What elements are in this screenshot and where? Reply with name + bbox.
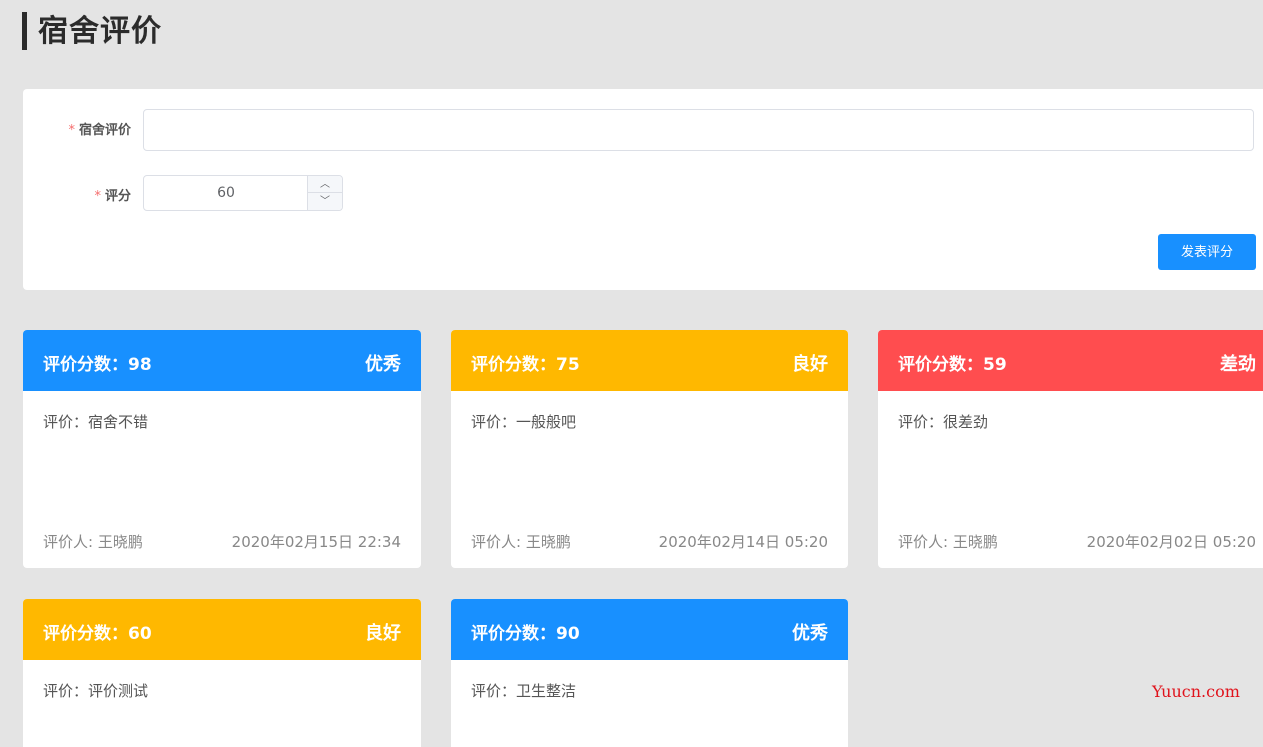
review-card-header: 评价分数：59 差劲 (878, 330, 1263, 391)
review-card-header: 评价分数：75 良好 (451, 330, 848, 391)
review-card: 评价分数：98 优秀 评价：宿舍不错 评价人: 王晓鹏 2020年02月15日 … (23, 330, 421, 568)
review-card-body: 评价：宿舍不错 评价人: 王晓鹏 2020年02月15日 22:34 (23, 391, 421, 568)
review-date: 2020年02月15日 22:34 (231, 533, 401, 551)
review-score: 评价分数：59 (898, 355, 1007, 375)
review-author: 评价人: 王晓鹏 (43, 533, 143, 551)
review-score: 评价分数：75 (471, 355, 580, 375)
score-label: * 评分 (23, 185, 131, 204)
review-comment: 评价：卫生整洁 (471, 682, 577, 700)
review-date: 2020年02月14日 05:20 (658, 533, 828, 551)
chevron-down-icon[interactable]: ﹀ (308, 193, 342, 210)
review-card-body: 评价：一般般吧 评价人: 王晓鹏 2020年02月14日 05:20 (451, 391, 848, 568)
chevron-up-icon[interactable]: ︿ (308, 176, 342, 193)
review-card: 评价分数：75 良好 评价：一般般吧 评价人: 王晓鹏 2020年02月14日 … (451, 330, 848, 568)
review-comment: 评价：评价测试 (43, 682, 149, 700)
review-grade: 良好 (792, 354, 828, 375)
review-label-text: 宿舍评价 (78, 123, 131, 138)
review-card-header: 评价分数：60 良好 (23, 599, 421, 660)
review-card-header: 评价分数：90 优秀 (451, 599, 848, 660)
review-card: 评价分数：59 差劲 评价：很差劲 评价人: 王晓鹏 2020年02月02日 0… (878, 330, 1263, 568)
submit-review-button[interactable]: 发表评分 (1158, 234, 1256, 270)
review-grade: 优秀 (792, 623, 828, 644)
review-author: 评价人: 王晓鹏 (471, 533, 571, 551)
review-label: * 宿舍评价 (23, 119, 131, 138)
review-card: 评价分数：90 优秀 评价：卫生整洁 (451, 599, 848, 747)
review-card-header: 评价分数：98 优秀 (23, 330, 421, 391)
page-title: 宿舍评价 (22, 12, 162, 50)
review-comment: 评价：很差劲 (898, 413, 989, 431)
required-mark: * (94, 189, 101, 204)
review-grade: 良好 (365, 623, 401, 644)
stepper-controls: ︿ ﹀ (307, 176, 342, 210)
review-date: 2020年02月02日 05:20 (1086, 533, 1256, 551)
score-stepper[interactable]: 60 ︿ ﹀ (143, 175, 343, 211)
review-input[interactable] (143, 109, 1254, 151)
review-card: 评价分数：60 良好 评价：评价测试 (23, 599, 421, 747)
review-card-body: 评价：卫生整洁 (451, 660, 848, 747)
watermark: Yuucn.com (1152, 682, 1240, 701)
review-grade: 差劲 (1220, 354, 1256, 375)
required-mark: * (68, 123, 75, 138)
review-comment: 评价：一般般吧 (471, 413, 577, 431)
score-value[interactable]: 60 (144, 176, 308, 210)
review-form: * 宿舍评价 * 评分 60 ︿ ﹀ 发表评分 (23, 89, 1263, 290)
review-card-body: 评价：很差劲 评价人: 王晓鹏 2020年02月02日 05:20 (878, 391, 1263, 568)
review-comment: 评价：宿舍不错 (43, 413, 149, 431)
review-author: 评价人: 王晓鹏 (898, 533, 998, 551)
review-score: 评价分数：98 (43, 355, 152, 375)
review-score: 评价分数：90 (471, 624, 580, 644)
review-score: 评价分数：60 (43, 624, 152, 644)
review-card-body: 评价：评价测试 (23, 660, 421, 747)
review-grade: 优秀 (365, 354, 401, 375)
score-label-text: 评分 (104, 189, 131, 204)
page: 宿舍评价 * 宿舍评价 * 评分 60 ︿ ﹀ 发表评分 评价分数：98 优秀 评价… (0, 0, 1263, 747)
